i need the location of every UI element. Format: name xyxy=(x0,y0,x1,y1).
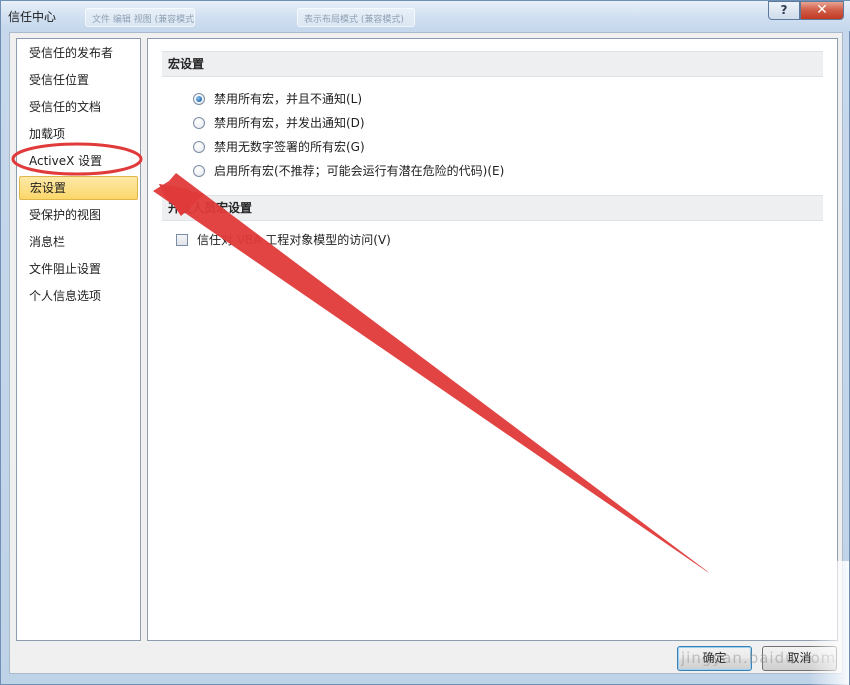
sidebar-item-label: 个人信息选项 xyxy=(29,289,102,303)
sidebar-item-label: 受信任的发布者 xyxy=(29,46,114,60)
trust-vba-label: 信任对 VBA 工程对象模型的访问(V) xyxy=(197,233,391,247)
help-button[interactable]: ? xyxy=(768,1,800,20)
sidebar-item-label: 宏设置 xyxy=(30,181,67,195)
trust-center-dialog: 信任中心 文件 编辑 视图 (兼容模式) 表示布局模式 (兼容模式) ? ✕ 受… xyxy=(0,0,850,685)
option-label: 启用所有宏(不推荐；可能会运行有潜在危险的代码)(E) xyxy=(214,164,505,178)
title-bar[interactable]: 信任中心 文件 编辑 视图 (兼容模式) 表示布局模式 (兼容模式) ? ✕ xyxy=(1,1,850,31)
radio-button-selected[interactable] xyxy=(193,93,205,105)
window-title: 信任中心 xyxy=(8,10,57,24)
sidebar-item-label: 受信任位置 xyxy=(29,73,90,87)
close-icon: ✕ xyxy=(816,2,828,18)
close-button[interactable]: ✕ xyxy=(800,1,844,20)
sidebar-item-trusted-documents[interactable]: 受信任的文档 xyxy=(17,95,140,119)
background-tab-2: 表示布局模式 (兼容模式) xyxy=(297,8,415,27)
sidebar-item-trusted-locations[interactable]: 受信任位置 xyxy=(17,68,140,92)
sidebar-item-activex-settings[interactable]: ActiveX 设置 xyxy=(17,149,140,173)
option-label: 禁用所有宏，并发出通知(D) xyxy=(214,116,365,130)
background-tab-1: 文件 编辑 视图 (兼容模式) xyxy=(85,8,195,27)
sidebar-item-label: 加载项 xyxy=(29,127,66,141)
sidebar-item-label: 消息栏 xyxy=(29,235,66,249)
sidebar-item-privacy-options[interactable]: 个人信息选项 xyxy=(17,284,140,308)
sidebar-item-macro-settings[interactable]: 宏设置 xyxy=(19,176,138,200)
help-icon: ? xyxy=(780,3,788,17)
macro-settings-header: 宏设置 xyxy=(162,51,823,77)
sidebar-item-label: 文件阻止设置 xyxy=(29,262,102,276)
radio-button[interactable] xyxy=(193,141,205,153)
settings-panel: 宏设置 禁用所有宏，并且不通知(L) 禁用所有宏，并发出通知(D) 禁用无数字签… xyxy=(147,38,838,641)
option-label: 禁用所有宏，并且不通知(L) xyxy=(214,92,363,106)
sidebar-item-label: 受保护的视图 xyxy=(29,208,102,222)
sidebar-item-label: 受信任的文档 xyxy=(29,100,102,114)
sidebar-item-trusted-publishers[interactable]: 受信任的发布者 xyxy=(17,41,140,65)
sidebar-item-message-bar[interactable]: 消息栏 xyxy=(17,230,140,254)
option-label: 禁用无数字签署的所有宏(G) xyxy=(214,140,365,154)
sidebar-nav: 受信任的发布者 受信任位置 受信任的文档 加载项 ActiveX 设置 宏设置 … xyxy=(16,38,141,641)
edge-shade xyxy=(809,561,849,685)
sidebar-item-addins[interactable]: 加载项 xyxy=(17,122,140,146)
sidebar-item-file-block-settings[interactable]: 文件阻止设置 xyxy=(17,257,140,281)
radio-button[interactable] xyxy=(193,165,205,177)
trust-vba-checkbox[interactable] xyxy=(176,234,188,246)
radio-button[interactable] xyxy=(193,117,205,129)
sidebar-item-protected-view[interactable]: 受保护的视图 xyxy=(17,203,140,227)
developer-settings-header: 开发人员宏设置 xyxy=(162,195,823,221)
sidebar-item-label: ActiveX 设置 xyxy=(29,154,103,168)
